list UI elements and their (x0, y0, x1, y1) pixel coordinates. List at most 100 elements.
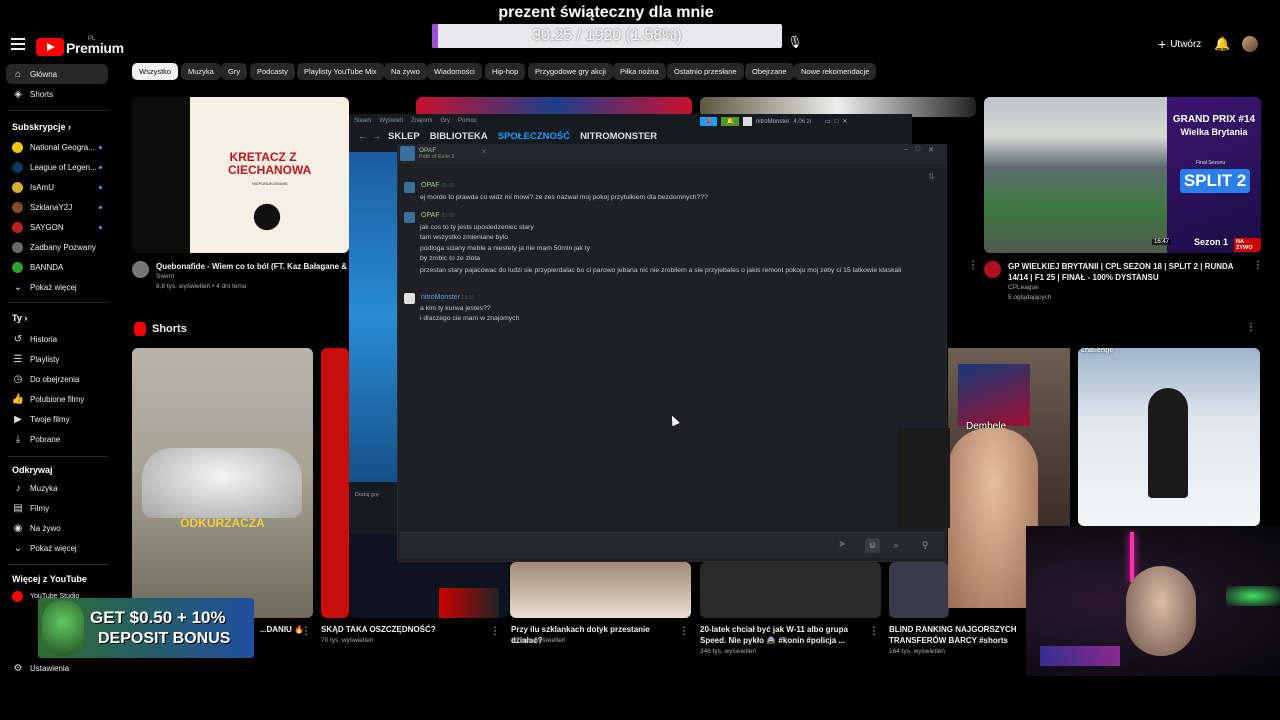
sidebar-item-watch-later[interactable]: ◷ Do obejrzenia (6, 369, 108, 389)
subscriptions-heading[interactable]: Subskrypcje › (12, 122, 71, 132)
youtube-logo-icon[interactable] (36, 38, 64, 56)
steam-menu-help[interactable]: Pomoc (458, 118, 477, 124)
microphone-icon[interactable]: 🎙 (786, 35, 804, 53)
chip-news[interactable]: Wiadomości (427, 63, 482, 80)
more-options-icon[interactable]: ⋮ (869, 626, 879, 637)
steam-menu-games[interactable]: Gry (440, 118, 450, 124)
sidebar-sub-4[interactable]: SAYGON (6, 217, 108, 237)
close-icon[interactable]: ✕ (928, 146, 934, 154)
steam-nav-profile[interactable]: NITROMONSTER (580, 131, 657, 142)
sidebar-item-playlists[interactable]: ☰ Playlisty (6, 349, 108, 369)
steam-nav-community[interactable]: SPOŁECZNOŚĆ (498, 131, 570, 142)
chip-watched[interactable]: Obejrzane (745, 63, 794, 80)
message-avatar[interactable] (404, 212, 415, 223)
close-tab-icon[interactable]: ✕ (481, 148, 487, 156)
chat-tab-avatar[interactable] (400, 146, 415, 161)
emoji-icon[interactable]: ☺ (865, 538, 880, 553)
minimize-icon[interactable]: – (904, 146, 908, 154)
short-thumbnail-2[interactable] (321, 348, 349, 618)
maximize-icon[interactable]: □ (835, 119, 839, 125)
short-thumbnail-6[interactable]: challenge (1078, 348, 1260, 526)
chip-recently-uploaded[interactable]: Ostatnio przesłane (667, 63, 744, 80)
message-avatar[interactable] (404, 293, 415, 304)
chip-hiphop[interactable]: Hip-hop (485, 63, 526, 80)
sidebar-item-liked[interactable]: 👍 Polubione filmy (6, 389, 108, 409)
more-options-icon[interactable]: ⋮ (1246, 322, 1256, 333)
show-more-explore[interactable]: ⌄ Pokaż więcej (6, 538, 108, 558)
more-options-icon[interactable]: ⋮ (679, 626, 689, 637)
steam-nav-store[interactable]: SKLEP (388, 131, 420, 142)
minimize-icon[interactable]: ▭ (825, 118, 831, 125)
short-title[interactable]: BLIND RANKING NAJGORSZYCH TRANSFERÓW BAR… (889, 624, 1017, 646)
sidebar-sub-3[interactable]: SzklanaY2J (6, 197, 108, 217)
sidebar-item-downloads[interactable]: ⤓ Pobrane (6, 429, 108, 449)
short-thumbnail-5[interactable] (889, 562, 949, 618)
attach-icon[interactable]: ⌕ (889, 538, 903, 553)
sidebar-sub-2[interactable]: IsAmU (6, 177, 108, 197)
message-author[interactable]: OPAF 23:09 (421, 182, 454, 189)
short-title[interactable]: SKĄD TAKA OSZCZĘDNOŚĆ? (321, 624, 489, 635)
chat-tab-name[interactable]: OPAF (419, 147, 436, 154)
sidebar-item-live[interactable]: ◉ Na żywo (6, 518, 108, 538)
chip-football[interactable]: Piłka nożna (613, 63, 666, 80)
notifications-icon[interactable]: 🔔 (721, 117, 739, 126)
short-thumbnail-4[interactable] (700, 562, 881, 618)
announcements-icon[interactable]: 📣 (700, 117, 718, 126)
sidebar-item-settings[interactable]: ⚙ Ustawienia (6, 658, 108, 678)
sidebar-item-shorts[interactable]: ◈ Shorts (6, 84, 108, 104)
more-options-icon[interactable]: ⋮ (490, 626, 500, 637)
short-thumbnail-1[interactable]: ODKURZACZA (132, 348, 313, 618)
premium-label[interactable]: Premium (66, 40, 124, 56)
steam-menu-steam[interactable]: Steam (354, 118, 371, 124)
more-options-icon[interactable]: ⋮ (968, 260, 978, 271)
sidebar-sub-6[interactable]: BANNDA (6, 257, 108, 277)
maximize-icon[interactable]: □ (916, 146, 920, 154)
sidebar-sub-1[interactable]: League of Legen... (6, 157, 108, 177)
menu-icon[interactable] (11, 38, 25, 53)
video-thumbnail-4[interactable]: GRAND PRIX #14 Wielka Brytania SPLIT 2 F… (984, 97, 1261, 253)
message-author[interactable]: OPAF 23:09 (421, 212, 454, 219)
forward-arrow-icon[interactable]: → (372, 131, 381, 141)
channel-name[interactable]: Swero (156, 272, 174, 282)
avatar[interactable] (1242, 36, 1258, 52)
sidebar-sub-0[interactable]: National Geogra... (6, 137, 108, 157)
sidebar-item-home[interactable]: ⌂ Główna (6, 64, 108, 84)
message-author[interactable]: nitroMonster 23:10 (421, 294, 474, 301)
chip-music[interactable]: Muzyka (181, 63, 221, 80)
chip-games[interactable]: Gry (221, 63, 248, 80)
chip-action-adventure[interactable]: Przygodowe gry akcji (528, 63, 613, 80)
sidebar-item-your-videos[interactable]: ▶ Twoje filmy (6, 409, 108, 429)
channel-avatar[interactable] (984, 261, 1001, 278)
steam-menu-view[interactable]: Wyświetl (379, 118, 403, 124)
sidebar-item-music[interactable]: ♪ Muzyka (6, 478, 108, 498)
chip-live[interactable]: Na żywo (384, 63, 427, 80)
create-button[interactable]: + Utwórz (1158, 34, 1201, 54)
short-title[interactable]: 20-latek chciał być jak W-11 albo grupa … (700, 624, 866, 646)
send-icon[interactable]: ➤ (838, 539, 846, 550)
close-icon[interactable]: ✕ (842, 118, 847, 125)
chip-mix[interactable]: Playlisty YouTube Mix (297, 63, 384, 80)
short-thumbnail-3[interactable] (510, 562, 691, 618)
more-options-icon[interactable]: ⋮ (1253, 260, 1263, 271)
sidebar-sub-5[interactable]: Zadbany Pozwany (6, 237, 108, 257)
show-more-subscriptions[interactable]: ⌄ Pokaż więcej (6, 277, 108, 297)
sidebar-item-history[interactable]: ↺ Historia (6, 329, 108, 349)
message-avatar[interactable] (404, 182, 415, 193)
video-title[interactable]: GP WIELKIEJ BRYTANII | CPL SEZON 18 | SP… (1008, 261, 1253, 283)
steam-avatar[interactable] (742, 117, 752, 126)
chat-message-input[interactable] (400, 532, 944, 558)
you-heading[interactable]: Ty › (12, 313, 27, 323)
video-thumbnail-1[interactable]: KRETACZ Z CIECHANOWA NIEPUBLIKOWANE (132, 97, 349, 253)
add-game-button[interactable]: Dodaj grę (355, 492, 379, 498)
back-arrow-icon[interactable]: ← (358, 131, 367, 141)
chip-new-recommendations[interactable]: Nowe rekomendacje (794, 63, 877, 80)
chip-podcasts[interactable]: Podcasty (250, 63, 295, 80)
notifications-bell-icon[interactable]: 🔔 (1214, 36, 1230, 52)
account-name[interactable]: nitroMonster (756, 119, 789, 125)
channel-name[interactable]: CPLeague (1008, 283, 1039, 293)
channel-avatar[interactable] (132, 261, 149, 278)
video-title[interactable]: Quebonafide - Wiem co to ból (FT. Kaz Ba… (156, 261, 350, 272)
more-options-icon[interactable]: ⋮ (301, 626, 311, 637)
steam-nav-library[interactable]: BIBLIOTEKA (430, 131, 488, 142)
sidebar-item-movies[interactable]: ▤ Filmy (6, 498, 108, 518)
